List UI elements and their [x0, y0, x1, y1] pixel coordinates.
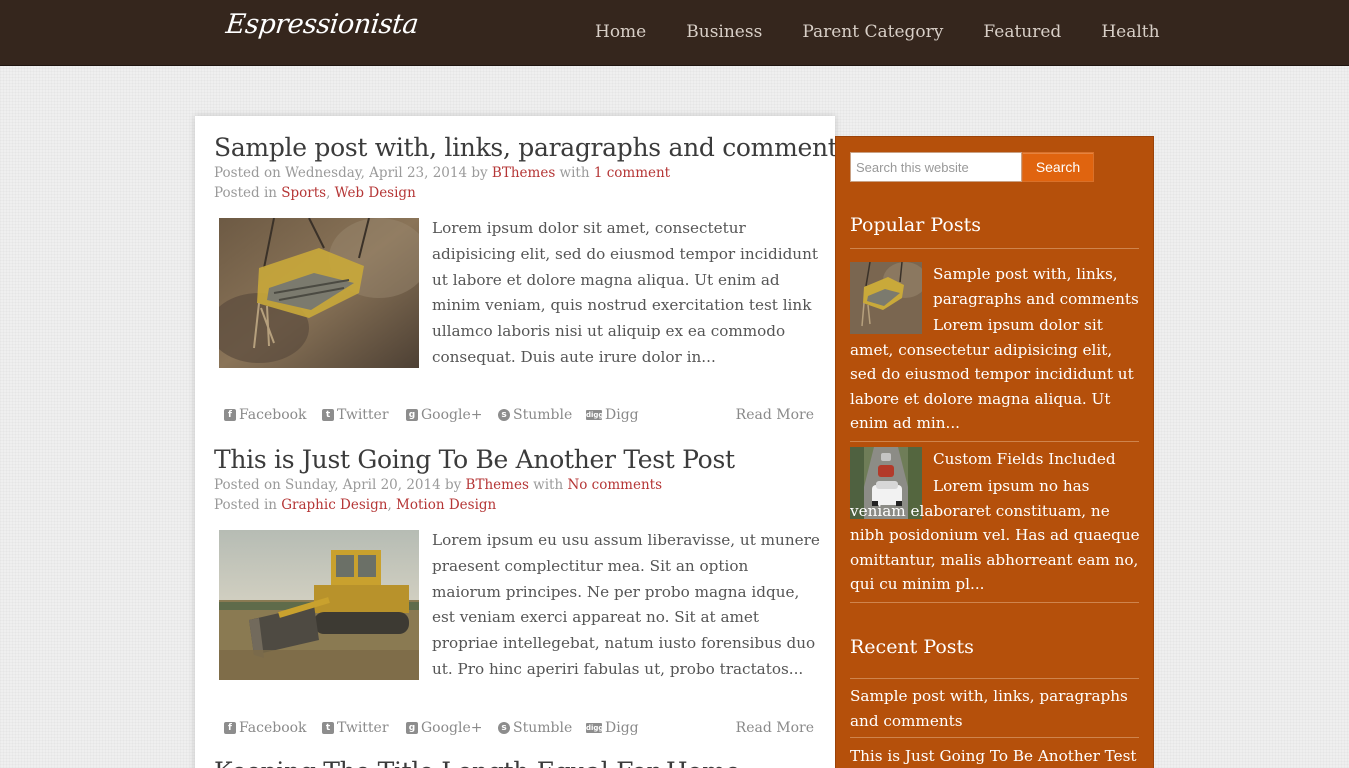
post-item: This is Just Going To Be Another Test Po… [214, 445, 820, 736]
twitter-icon: t [322, 409, 334, 421]
share-twitter[interactable]: t Twitter [322, 720, 389, 736]
widget-divider [850, 602, 1139, 603]
site-logo[interactable]: Espressionista [224, 9, 419, 40]
share-twitter-label: Twitter [337, 720, 389, 736]
post-thumbnail[interactable] [219, 530, 419, 680]
comments-link[interactable]: No comments [567, 477, 662, 493]
share-digg-label: Digg [605, 407, 639, 423]
share-bar: f Facebook t Twitter g Google+ s Stumble dig… [224, 407, 814, 429]
popular-post-excerpt: Lorem ipsum dolor sit amet, consectetur … [850, 316, 1134, 432]
share-stumble[interactable]: s Stumble [498, 720, 572, 736]
stumbleupon-icon: s [498, 409, 510, 421]
bulldozer-photo-image [219, 530, 419, 680]
share-google-label: Google+ [421, 720, 483, 736]
main-nav: Home Business Parent Category Featured H… [575, 0, 1180, 66]
post-item: Keeping The Title Length Equal For Home [214, 757, 819, 768]
site-header: Espressionista Home Business Parent Cate… [0, 0, 1349, 66]
search-button[interactable]: Search [1022, 152, 1094, 182]
digg-icon: digg [586, 723, 604, 733]
post-meta: Posted on Wednesday, April 23, 2014 by B… [214, 164, 819, 203]
popular-post-title[interactable]: Custom Fields Included [850, 447, 1141, 472]
recent-post-link[interactable]: Sample post with, links, paragraphs and … [850, 684, 1139, 733]
popular-post: Custom Fields Included [850, 447, 1141, 472]
read-more-link[interactable]: Read More [736, 407, 814, 423]
nav-featured[interactable]: Featured [963, 0, 1081, 66]
share-stumble-label: Stumble [513, 720, 573, 736]
widget-divider [850, 737, 1139, 738]
recent-posts-title: Recent Posts [850, 636, 974, 658]
sidebar: Search Popular Posts Sample post with, l… [835, 136, 1154, 768]
widget-divider [850, 678, 1139, 679]
share-digg[interactable]: digg Digg [586, 720, 639, 736]
facebook-icon: f [224, 722, 236, 734]
stumbleupon-icon: s [498, 722, 510, 734]
posted-on-text: Posted on Wednesday, April 23, 2014 by [214, 165, 492, 181]
author-link[interactable]: BThemes [492, 165, 555, 181]
share-facebook-label: Facebook [239, 407, 307, 423]
search-form: Search [850, 152, 1094, 182]
post-meta: Posted on Sunday, April 20, 2014 by BThe… [214, 476, 819, 515]
share-twitter-label: Twitter [337, 407, 389, 423]
post-title[interactable]: Keeping The Title Length Equal For Home [214, 757, 819, 768]
google-plus-icon: g [406, 722, 418, 734]
popular-posts-title: Popular Posts [850, 214, 981, 236]
category-link[interactable]: Graphic Design [281, 497, 387, 513]
category-link[interactable]: Web Design [335, 185, 416, 201]
post-excerpt: Lorem ipsum eu usu assum liberavisse, ut… [432, 531, 820, 678]
share-facebook-label: Facebook [239, 720, 307, 736]
share-digg[interactable]: digg Digg [586, 407, 639, 423]
nav-business[interactable]: Business [666, 0, 782, 66]
digg-icon: digg [586, 410, 604, 420]
share-google-label: Google+ [421, 407, 483, 423]
posted-in-text: Posted in [214, 496, 282, 513]
author-link[interactable]: BThemes [466, 477, 529, 493]
share-stumble[interactable]: s Stumble [498, 407, 572, 423]
share-google[interactable]: g Google+ [406, 720, 483, 736]
recent-post-link[interactable]: This is Just Going To Be Another Test Po… [850, 744, 1139, 768]
category-separator: , [387, 496, 397, 513]
facebook-icon: f [224, 409, 236, 421]
with-text: with [555, 165, 594, 181]
category-link[interactable]: Sports [281, 185, 326, 201]
nav-parent-category[interactable]: Parent Category [782, 0, 963, 66]
post-body: Lorem ipsum eu usu assum liberavisse, ut… [214, 530, 820, 690]
share-twitter[interactable]: t Twitter [322, 407, 389, 423]
widget-divider [850, 248, 1139, 249]
post-item: Sample post with, links, paragraphs and … [214, 133, 850, 423]
with-text: with [528, 477, 568, 493]
share-digg-label: Digg [605, 720, 639, 736]
share-facebook[interactable]: f Facebook [224, 720, 307, 736]
main-content: Sample post with, links, paragraphs and … [195, 116, 850, 768]
popular-post: Sample post with, links, paragraphs and … [850, 262, 1141, 311]
widget-divider [850, 441, 1139, 442]
post-title[interactable]: This is Just Going To Be Another Test Po… [214, 445, 819, 474]
nav-health[interactable]: Health [1081, 0, 1179, 66]
google-plus-icon: g [406, 409, 418, 421]
share-stumble-label: Stumble [513, 407, 573, 423]
share-google[interactable]: g Google+ [406, 407, 483, 423]
read-more-link[interactable]: Read More [736, 720, 814, 736]
share-facebook[interactable]: f Facebook [224, 407, 307, 423]
nav-home[interactable]: Home [575, 0, 666, 66]
category-separator: , [326, 184, 335, 201]
posted-on-text: Posted on Sunday, April 20, 2014 by [214, 477, 466, 493]
post-body: Lorem ipsum dolor sit amet, consectetur … [214, 218, 819, 378]
share-bar: f Facebook t Twitter g Google+ s Stumble dig… [224, 720, 814, 742]
post-thumbnail[interactable] [219, 218, 419, 368]
category-link[interactable]: Motion Design [396, 497, 496, 513]
posted-in-text: Posted in [214, 184, 282, 201]
post-excerpt: Lorem ipsum dolor sit amet, consectetur … [432, 219, 818, 366]
post-title[interactable]: Sample post with, links, paragraphs and … [214, 133, 850, 162]
search-input[interactable] [850, 152, 1022, 182]
twitter-icon: t [322, 722, 334, 734]
comments-link[interactable]: 1 comment [594, 165, 670, 181]
popular-post-excerpt: Lorem ipsum no has veniam elaboraret con… [850, 477, 1140, 593]
popular-post-title[interactable]: Sample post with, links, paragraphs and … [850, 262, 1141, 311]
swing-photo-image [219, 218, 419, 368]
